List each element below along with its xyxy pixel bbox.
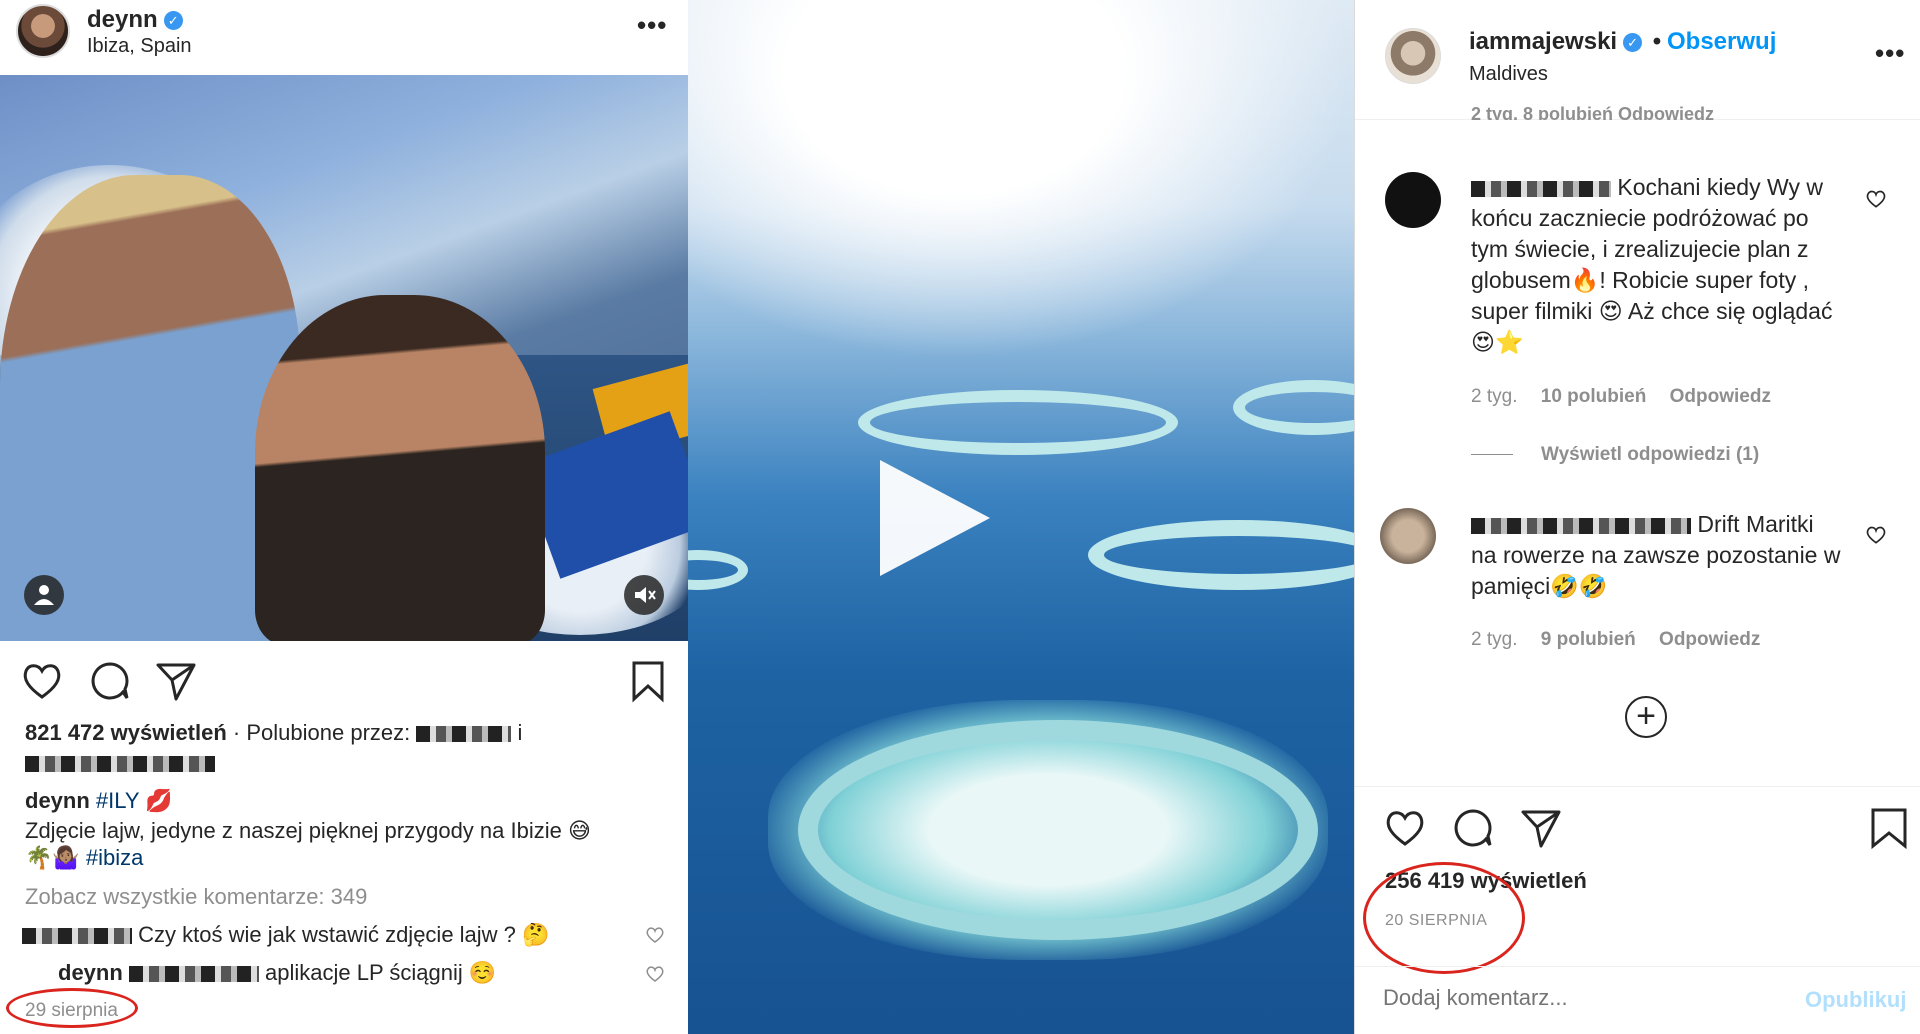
username[interactable]: iammajewski ✓ • <box>1469 28 1661 56</box>
more-options-icon[interactable]: ••• <box>637 10 667 41</box>
username[interactable]: deynn ✓ <box>87 6 183 34</box>
reply-button[interactable]: Odpowiedz <box>1670 386 1771 407</box>
comment-avatar[interactable] <box>1380 508 1436 564</box>
redacted-username <box>22 928 132 945</box>
divider <box>1355 786 1920 787</box>
dot-separator: · <box>232 720 247 745</box>
caption-line-2: Zdjęcie lajw, jedyne z naszej pięknej pr… <box>25 818 591 843</box>
video-atoll <box>1088 520 1354 590</box>
redacted-username <box>1471 517 1691 534</box>
divider <box>1355 966 1920 967</box>
verified-icon: ✓ <box>163 11 183 31</box>
reply-row: deynn aplikacje LP ściągnij ☺️ <box>58 960 496 986</box>
video-atoll <box>1233 380 1354 435</box>
replies-line <box>1471 454 1513 456</box>
user-tag-icon[interactable] <box>24 575 64 615</box>
location[interactable]: Ibiza, Spain <box>87 35 192 58</box>
mute-icon[interactable] <box>624 575 664 615</box>
comment-item: Kochani kiedy Wy w końcu zaczniecie podr… <box>1471 172 1841 358</box>
comment-text: Kochani kiedy Wy w końcu zaczniecie podr… <box>1471 174 1833 355</box>
red-highlight-circle <box>6 988 138 1028</box>
redacted-username <box>416 726 512 743</box>
caption-line-3: 🌴🤷🏽‍♀️ #ibiza <box>25 845 143 871</box>
redacted-username <box>25 756 215 773</box>
comment-row: Czy ktoś wie jak wstawić zdjęcie lajw ? … <box>22 922 549 948</box>
username-text[interactable]: deynn <box>87 6 158 33</box>
avatar[interactable] <box>16 4 70 58</box>
username-text[interactable]: iammajewski <box>1469 28 1617 55</box>
comment-input[interactable] <box>1383 985 1783 1011</box>
photo-person <box>255 295 545 641</box>
verified-icon: ✓ <box>1623 33 1643 53</box>
redacted-username <box>128 966 259 983</box>
left-post-actions <box>0 655 688 705</box>
comment-like-heart-icon[interactable] <box>645 964 665 984</box>
comment-time[interactable]: 2 tyg. <box>1471 629 1517 650</box>
view-count[interactable]: 821 472 wyświetleń <box>25 720 227 745</box>
video-frame[interactable] <box>688 0 1354 1034</box>
heart-icon[interactable] <box>1383 806 1427 850</box>
reply-username[interactable]: deynn <box>58 960 123 985</box>
view-replies-label[interactable]: Wyświetl odpowiedzi (1) <box>1541 444 1759 465</box>
play-icon[interactable] <box>880 460 990 576</box>
left-post-header: deynn ✓ Ibiza, Spain ••• <box>0 0 688 75</box>
comment-avatar[interactable] <box>1385 172 1441 228</box>
comment-likes[interactable]: 9 polubień <box>1541 629 1636 650</box>
caption-emoji: 🌴🤷🏽‍♀️ <box>25 845 80 870</box>
liked-by-suffix: i <box>517 720 523 745</box>
redacted-username <box>1471 180 1611 197</box>
clipped-comment-meta: 2 tyg. 8 polubień Odpowiedz <box>1471 104 1715 120</box>
location[interactable]: Maldives <box>1469 63 1548 86</box>
caption-username[interactable]: deynn <box>25 788 90 813</box>
comment-likes[interactable]: 10 polubień <box>1541 386 1647 407</box>
right-post-header: iammajewski ✓ • Obserwuj Maldives ••• <box>1355 0 1920 120</box>
reply-text: aplikacje LP ściągnij ☺️ <box>265 960 497 985</box>
post-comment-button[interactable]: Opublikuj <box>1805 987 1906 1013</box>
liked-by-label: Polubione przez: <box>246 720 411 745</box>
comment-meta: 2 tyg. 9 polubień Odpowiedz <box>1471 629 1778 651</box>
comment-icon[interactable] <box>88 659 132 703</box>
likes-line: 821 472 wyświetleń · Polubione przez: i <box>25 720 522 746</box>
share-icon[interactable] <box>1519 806 1563 850</box>
screenshot-collage: deynn ✓ Ibiza, Spain ••• 821 472 wyświet… <box>0 0 1920 1034</box>
comment-item: Drift Maritki na rowerze na zawsze pozos… <box>1471 509 1841 602</box>
comment-like-heart-icon[interactable] <box>1865 524 1887 546</box>
share-icon[interactable] <box>154 659 198 703</box>
caption-line-1: deynn #ILY 💋 <box>25 788 173 814</box>
plus-circle-icon[interactable]: + <box>1625 696 1667 738</box>
comment-like-heart-icon[interactable] <box>645 925 665 945</box>
video-clouds <box>688 0 1354 360</box>
view-all-comments-link[interactable]: Zobacz wszystkie komentarze: 349 <box>25 884 367 910</box>
bookmark-icon[interactable] <box>626 659 670 703</box>
more-options-icon[interactable]: ••• <box>1875 38 1905 69</box>
comment-icon[interactable] <box>1451 806 1495 850</box>
heart-icon[interactable] <box>20 659 64 703</box>
comment-time[interactable]: 2 tyg. <box>1471 386 1517 407</box>
caption-hashtag[interactable]: #ILY <box>96 788 139 813</box>
video-atoll <box>798 720 1318 940</box>
view-replies-link[interactable]: Wyświetl odpowiedzi (1) <box>1471 444 1759 466</box>
caption-hashtag[interactable]: #ibiza <box>86 845 143 870</box>
caption-emoji: 💋 <box>145 788 173 813</box>
right-post: iammajewski ✓ • Obserwuj Maldives ••• 2 t… <box>1354 0 1920 1034</box>
left-post: deynn ✓ Ibiza, Spain ••• 821 472 wyświet… <box>0 0 688 1034</box>
follow-button[interactable]: Obserwuj <box>1667 28 1776 56</box>
comment-like-heart-icon[interactable] <box>1865 188 1887 210</box>
red-highlight-circle <box>1363 862 1525 974</box>
post-photo[interactable] <box>0 75 688 641</box>
bookmark-icon[interactable] <box>1867 806 1911 850</box>
video-atoll <box>688 550 748 590</box>
likes-line-2 <box>25 750 215 776</box>
avatar[interactable] <box>1385 28 1441 84</box>
comment-text: Czy ktoś wie jak wstawić zdjęcie lajw ? … <box>138 922 550 947</box>
reply-button[interactable]: Odpowiedz <box>1659 629 1760 650</box>
dot-separator: • <box>1652 28 1662 55</box>
comment-meta: 2 tyg. 10 polubień Odpowiedz <box>1471 386 1789 408</box>
